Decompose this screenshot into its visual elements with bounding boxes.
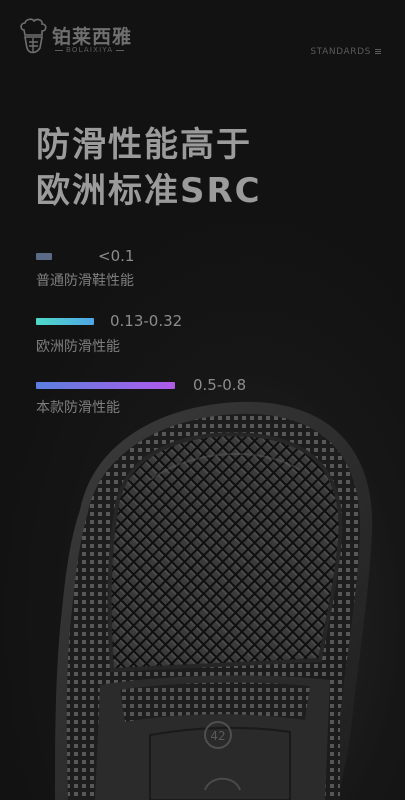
page-title: 防滑性能高于 欧洲标准SRC bbox=[36, 122, 262, 214]
standards-menu-button[interactable]: STANDARDS bbox=[310, 47, 381, 57]
standards-label: STANDARDS bbox=[310, 47, 371, 57]
brand-name-cn: 铂莱西雅 bbox=[52, 26, 133, 48]
friction-bar-europe bbox=[36, 318, 94, 325]
brand-logo[interactable]: 铂莱西雅 BOLAIXIYA bbox=[18, 18, 131, 62]
size-mark: 42 bbox=[210, 729, 225, 743]
friction-label-normal: 普通防滑鞋性能 bbox=[36, 273, 134, 289]
title-line-1: 防滑性能高于 bbox=[36, 125, 252, 165]
friction-value-normal: <0.1 bbox=[98, 247, 135, 265]
menu-icon bbox=[375, 49, 381, 55]
friction-bar-product bbox=[36, 382, 175, 389]
friction-value-europe: 0.13-0.32 bbox=[110, 312, 183, 330]
title-line-2: 欧洲标准SRC bbox=[36, 171, 262, 211]
chef-hat-icon bbox=[20, 18, 47, 54]
brand-name-en: BOLAIXIYA bbox=[52, 46, 127, 54]
shoe-sole-illustration: 42 bbox=[55, 401, 373, 800]
friction-label-europe: 欧洲防滑性能 bbox=[36, 339, 120, 355]
friction-bar-normal bbox=[36, 253, 52, 260]
